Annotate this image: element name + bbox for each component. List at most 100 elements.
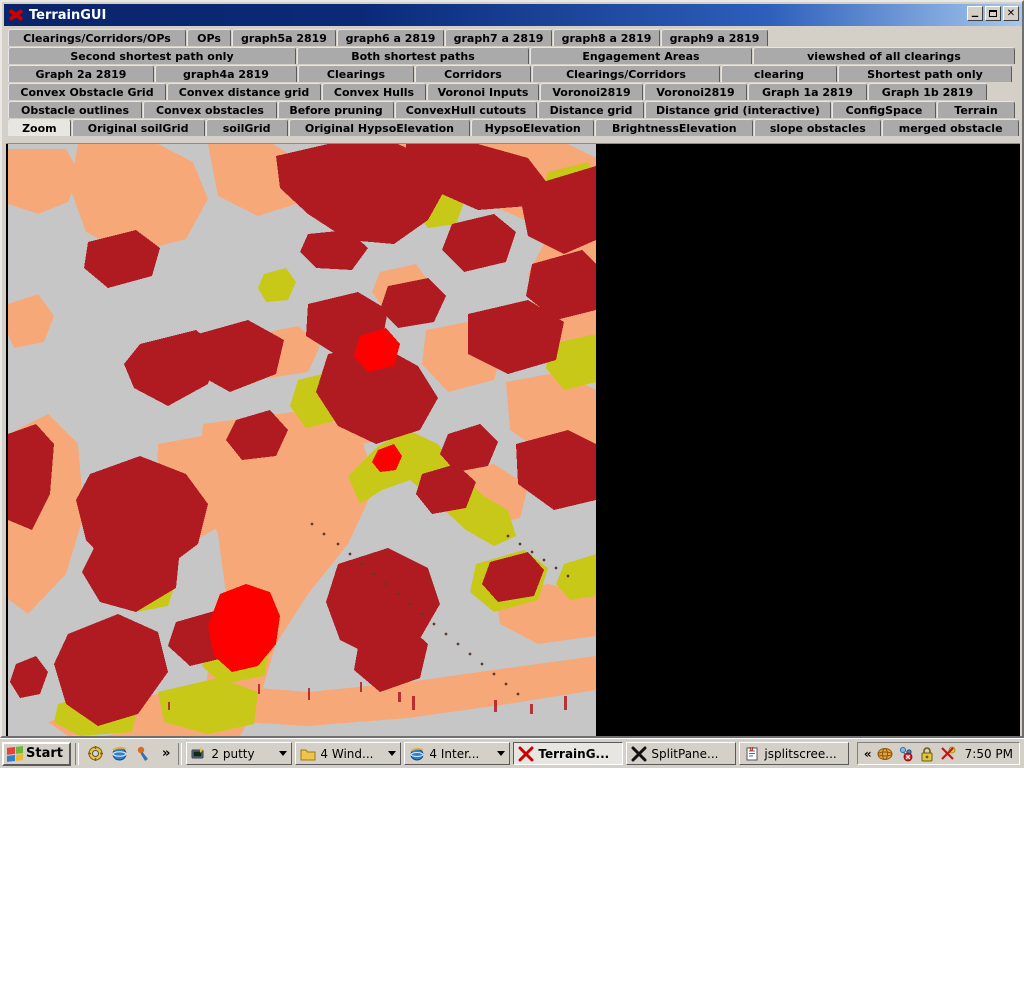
tab-merged-obstacle[interactable]: merged obstacle bbox=[882, 119, 1019, 136]
tab-label: BrightnessElevation bbox=[611, 121, 737, 135]
close-button[interactable]: ✕ bbox=[1003, 6, 1019, 21]
chevron-down-icon[interactable] bbox=[388, 751, 397, 756]
tab-voronoi2819[interactable]: Voronoi2819 bbox=[540, 83, 643, 100]
system-tray: « 7:50 PM bbox=[856, 742, 1020, 765]
tab-label: ConvexHull cutouts bbox=[405, 103, 527, 117]
more-chevron-icon[interactable]: » bbox=[162, 746, 170, 761]
lock-icon[interactable] bbox=[919, 746, 935, 762]
network-icon[interactable] bbox=[898, 746, 914, 762]
tab-second-shortest-path-only[interactable]: Second shortest path only bbox=[8, 47, 296, 64]
tab-original-hypsoelevation[interactable]: Original HypsoElevation bbox=[288, 119, 471, 136]
tab-label: Convex Obstacle Grid bbox=[20, 85, 154, 99]
chevron-down-icon[interactable] bbox=[497, 751, 506, 756]
tab-corridors[interactable]: Corridors bbox=[415, 65, 531, 82]
tab-graph8-a-2819[interactable]: graph8 a 2819 bbox=[553, 29, 660, 46]
terrain-gui-window: TerrainGUI _ ✕ Clearings/Corridors/OPs OP… bbox=[0, 0, 1024, 738]
tab-zoom[interactable]: Zoom bbox=[8, 119, 71, 136]
tab-distance-grid[interactable]: Distance grid bbox=[538, 101, 644, 118]
taskbar-button-jsplitscree[interactable]: jsplitscree... bbox=[739, 742, 850, 765]
tab-viewshed-of-all-clearings[interactable]: viewshed of all clearings bbox=[753, 47, 1015, 64]
tab-row-4: Convex Obstacle Grid Convex distance grid… bbox=[6, 82, 1020, 100]
tab-clearings[interactable]: Clearings bbox=[298, 65, 414, 82]
scissors-icon[interactable] bbox=[940, 746, 956, 762]
tab-convex-obstacles[interactable]: Convex obstacles bbox=[143, 101, 277, 118]
tab-label: Obstacle outlines bbox=[20, 103, 130, 117]
taskbar-divider-2 bbox=[178, 742, 183, 765]
tab-label: Clearings/Corridors bbox=[566, 67, 686, 81]
taskbar-button-4-inter[interactable]: 4 Inter... bbox=[404, 742, 511, 765]
chevron-down-icon[interactable] bbox=[279, 751, 288, 756]
taskbar-button-label: TerrainG... bbox=[538, 746, 610, 761]
tab-label: Distance grid bbox=[549, 103, 633, 117]
minimize-button[interactable]: _ bbox=[967, 4, 983, 21]
tab-graph5a-2819[interactable]: graph5a 2819 bbox=[232, 29, 336, 46]
tab-distance-grid-interactive[interactable]: Distance grid (interactive) bbox=[645, 101, 831, 118]
tab-graph4a-2819[interactable]: graph4a 2819 bbox=[155, 65, 297, 82]
tab-label: graph6 a 2819 bbox=[345, 31, 436, 45]
taskbar-button-label: 4 Inter... bbox=[429, 746, 480, 761]
maximize-button[interactable] bbox=[985, 6, 1001, 21]
globe-icon[interactable] bbox=[877, 746, 893, 762]
tab-convexhull-cutouts[interactable]: ConvexHull cutouts bbox=[395, 101, 537, 118]
tab-graph7-a-2819[interactable]: graph7 a 2819 bbox=[445, 29, 552, 46]
tab-graph-2a-2819[interactable]: Graph 2a 2819 bbox=[8, 65, 154, 82]
media-player-icon[interactable] bbox=[135, 745, 152, 762]
tab-label: Graph 2a 2819 bbox=[35, 67, 127, 81]
taskbar-button-label: jsplitscree... bbox=[764, 746, 837, 761]
tab-label: Voronoi2819 bbox=[656, 85, 735, 99]
tab-shortest-path-only[interactable]: Shortest path only bbox=[838, 65, 1012, 82]
tab-original-soilgrid[interactable]: Original soilGrid bbox=[71, 119, 205, 136]
tab-voronoi-inputs[interactable]: Voronoi Inputs bbox=[427, 83, 539, 100]
tab-clearing[interactable]: clearing bbox=[721, 65, 837, 82]
tab-graph-1b-2819[interactable]: Graph 1b 2819 bbox=[868, 83, 987, 100]
tab-clearings-corridors-ops[interactable]: Clearings/Corridors/OPs bbox=[8, 29, 186, 46]
content-panel bbox=[6, 143, 1020, 736]
taskbar-button-2-putty[interactable]: 2 putty bbox=[186, 742, 293, 765]
tab-convex-hulls[interactable]: Convex Hulls bbox=[322, 83, 426, 100]
tab-graph9-a-2819[interactable]: graph9 a 2819 bbox=[661, 29, 768, 46]
taskbar-button-label: SplitPane... bbox=[651, 746, 719, 761]
title-bar[interactable]: TerrainGUI _ ✕ bbox=[4, 4, 1022, 26]
tab-label: Graph 1a 2819 bbox=[762, 85, 853, 99]
taskbar-button-4-wind[interactable]: 4 Wind... bbox=[295, 742, 402, 765]
taskbar-button-terraing[interactable]: TerrainG... bbox=[513, 742, 624, 765]
taskbar-clock: 7:50 PM bbox=[964, 746, 1013, 761]
tab-label: Voronoi Inputs bbox=[437, 85, 529, 99]
tab-soilgrid[interactable]: soilGrid bbox=[205, 119, 288, 136]
tab-row-1: Clearings/Corridors/OPs OPs graph5a 2819 gr… bbox=[6, 28, 1020, 46]
tray-expand-icon[interactable]: « bbox=[864, 747, 872, 761]
tab-row-3: Graph 2a 2819 graph4a 2819 Clearings Corrid… bbox=[6, 64, 1020, 82]
tab-terrain[interactable]: Terrain bbox=[937, 101, 1015, 118]
tab-graph6-a-2819[interactable]: graph6 a 2819 bbox=[337, 29, 444, 46]
tab-configspace[interactable]: ConfigSpace bbox=[832, 101, 936, 118]
tab-obstacle-outlines[interactable]: Obstacle outlines bbox=[8, 101, 142, 118]
start-button[interactable]: Start bbox=[2, 741, 71, 766]
tab-label: Convex obstacles bbox=[156, 103, 264, 117]
internet-explorer-icon[interactable] bbox=[111, 745, 128, 762]
tab-hypsoelevation[interactable]: HypsoElevation bbox=[471, 119, 595, 136]
taskbar-button-label: 4 Wind... bbox=[320, 746, 374, 761]
tab-engagement-areas[interactable]: Engagement Areas bbox=[530, 47, 752, 64]
tab-row-6: Zoom Original soilGrid soilGrid Original Hy… bbox=[6, 118, 1020, 136]
tab-slope-obstacles[interactable]: slope obstacles bbox=[754, 119, 882, 136]
show-desktop-icon[interactable] bbox=[87, 745, 104, 762]
tab-convex-distance-grid[interactable]: Convex distance grid bbox=[167, 83, 321, 100]
x-app-icon bbox=[518, 746, 534, 762]
tab-before-pruning[interactable]: Before pruning bbox=[278, 101, 394, 118]
tab-both-shortest-paths[interactable]: Both shortest paths bbox=[297, 47, 529, 64]
tab-graph-1a-2819[interactable]: Graph 1a 2819 bbox=[748, 83, 867, 100]
tab-brightnesselevation[interactable]: BrightnessElevation bbox=[595, 119, 754, 136]
tab-label: Second shortest path only bbox=[70, 49, 234, 63]
terrain-zoom-image[interactable] bbox=[8, 144, 596, 736]
task-button-list: 2 putty 4 Wind... 4 Inter... TerrainG... Spl… bbox=[186, 742, 852, 765]
tab-convex-obstacle-grid[interactable]: Convex Obstacle Grid bbox=[8, 83, 166, 100]
tab-clearings-corridors[interactable]: Clearings/Corridors bbox=[532, 65, 720, 82]
java-icon bbox=[631, 746, 647, 762]
tab-label: Terrain bbox=[954, 103, 998, 117]
notepad-icon bbox=[744, 746, 760, 762]
taskbar-button-splitpane[interactable]: SplitPane... bbox=[626, 742, 737, 765]
tab-label: graph4a 2819 bbox=[183, 67, 269, 81]
internet-explorer-icon bbox=[409, 746, 425, 762]
tab-ops[interactable]: OPs bbox=[187, 29, 231, 46]
tab-voronoi2819[interactable]: Voronoi2819 bbox=[644, 83, 747, 100]
